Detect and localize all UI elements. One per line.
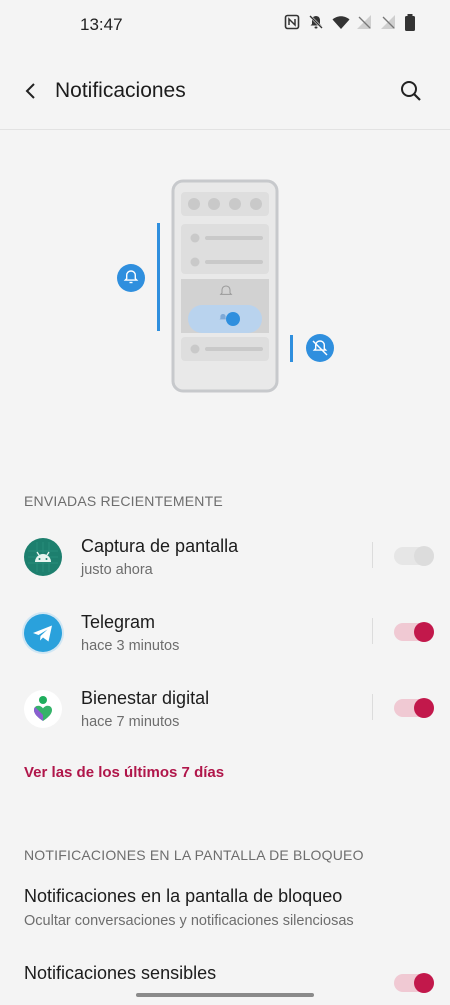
status-icons (284, 14, 420, 31)
status-bar: 13:47 (0, 0, 450, 50)
setting-title: Notificaciones en la pantalla de bloqueo (24, 886, 343, 906)
setting-title: Notificaciones sensibles (24, 963, 217, 983)
see-last-7-days-link[interactable]: Ver las de los últimos 7 días (24, 764, 224, 781)
app-time: hace 3 minutos (81, 638, 180, 654)
app-time: justo ahora (81, 562, 153, 578)
search-button[interactable] (396, 76, 426, 106)
back-arrow-icon (25, 83, 35, 99)
notification-toggle[interactable] (394, 546, 434, 566)
digital-wellbeing-icon (24, 690, 62, 728)
notifications-illustration (117, 179, 334, 393)
bell-off-icon (308, 14, 324, 30)
setting-subtitle: Ocultar conversaciones y notificaciones … (24, 913, 354, 929)
sensitive-notifications-toggle[interactable] (394, 973, 434, 993)
list-item[interactable]: Captura de pantalla justo ahora (0, 528, 450, 604)
signal-off-icon-2 (380, 14, 396, 30)
battery-icon (404, 14, 420, 31)
app-name: Telegram (81, 612, 156, 632)
page-title: Notificaciones (55, 79, 186, 102)
wifi-icon (332, 14, 350, 30)
app-bar: Notificaciones (0, 62, 450, 122)
notification-toggle[interactable] (394, 622, 434, 642)
app-time: hace 7 minutos (81, 714, 180, 730)
notification-toggle[interactable] (394, 698, 434, 718)
row-divider (372, 694, 373, 720)
signal-off-icon (356, 14, 372, 30)
row-divider (372, 618, 373, 644)
back-button[interactable] (16, 76, 46, 106)
search-icon (401, 81, 421, 101)
status-time: 13:47 (80, 15, 123, 34)
recent-section-header: ENVIADAS RECIENTEMENTE (24, 493, 223, 509)
app-name: Bienestar digital (81, 688, 210, 708)
android-icon (24, 538, 62, 576)
row-divider (372, 542, 373, 568)
app-name: Captura de pantalla (81, 536, 239, 556)
home-indicator[interactable] (136, 993, 314, 997)
list-item[interactable]: Telegram hace 3 minutos (0, 604, 450, 680)
nfc-icon (284, 14, 300, 30)
lockscreen-section-header: NOTIFICACIONES EN LA PANTALLA DE BLOQUEO (24, 847, 364, 863)
list-item[interactable]: Bienestar digital hace 7 minutos (0, 680, 450, 756)
telegram-icon (24, 614, 62, 652)
